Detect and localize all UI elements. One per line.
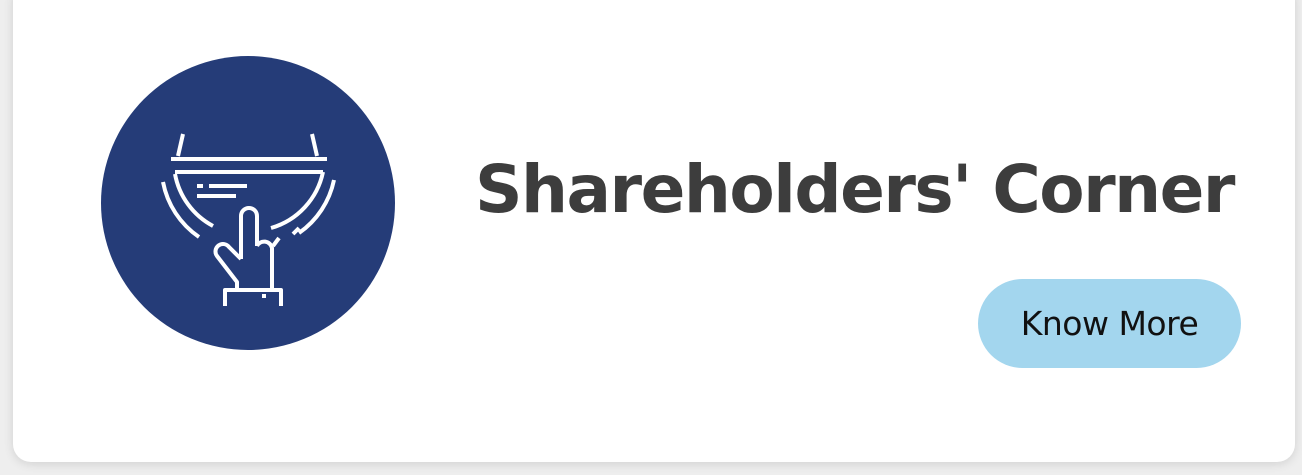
hand-tapping-screen-icon [161, 133, 336, 306]
shareholders-corner-card[interactable]: Shareholders' Corner Know More [13, 0, 1295, 462]
card-title: Shareholders' Corner [475, 151, 1235, 228]
icon-badge [101, 56, 395, 350]
know-more-button[interactable]: Know More [978, 279, 1241, 368]
